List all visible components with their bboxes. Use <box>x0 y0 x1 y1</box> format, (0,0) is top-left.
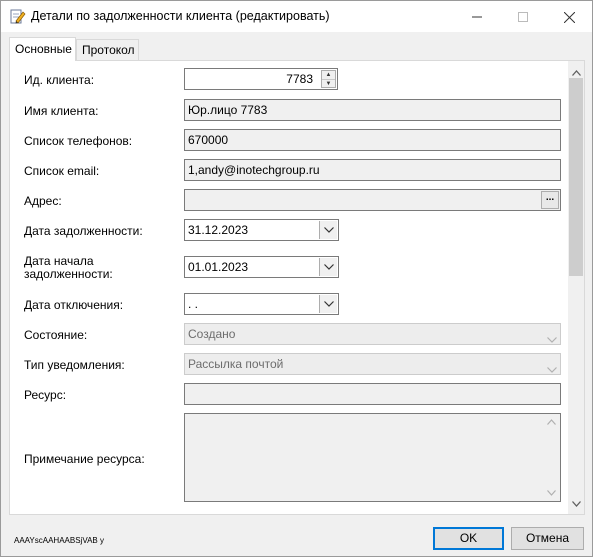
client-name-field[interactable]: Юр.лицо 7783 <box>184 99 561 121</box>
disconnect-date-label: Дата отключения: <box>24 298 124 312</box>
edit-document-icon <box>9 8 26 25</box>
resource-field[interactable] <box>184 383 561 405</box>
address-field[interactable]: ... <box>184 189 561 211</box>
emails-field[interactable]: 1,andy@inotechgroup.ru <box>184 159 561 181</box>
disconnect-date-value: . . <box>188 297 199 311</box>
debt-start-date-label-line2: задолженности: <box>24 267 113 281</box>
close-icon[interactable] <box>546 1 592 32</box>
notify-type-select[interactable]: Рассылка почтой <box>184 353 561 375</box>
debt-date-picker[interactable]: 31.12.2023 <box>184 219 339 241</box>
resource-label: Ресурс: <box>24 388 67 402</box>
address-label: Адрес: <box>24 194 62 208</box>
title-bar: Детали по задолженности клиента (редакти… <box>1 1 592 32</box>
spin-down-icon[interactable]: ▼ <box>322 79 335 87</box>
chevron-down-icon <box>547 329 557 344</box>
state-label: Состояние: <box>24 328 88 342</box>
notify-type-value: Рассылка почтой <box>188 357 284 371</box>
debt-start-date-label-line1: Дата начала <box>24 254 94 268</box>
client-id-spinner[interactable]: 7783 ▲ ▼ <box>184 68 338 90</box>
scroll-up-icon[interactable] <box>572 65 581 79</box>
client-name-label: Имя клиента: <box>24 104 99 118</box>
spin-up-icon[interactable]: ▲ <box>322 71 335 79</box>
scroll-up-icon[interactable] <box>547 417 556 427</box>
maximize-icon[interactable] <box>500 1 546 32</box>
phones-label: Список телефонов: <box>24 134 133 148</box>
tab-main[interactable]: Основные <box>9 37 76 61</box>
scroll-thumb[interactable] <box>569 78 583 276</box>
chevron-down-icon <box>547 359 557 374</box>
cancel-button[interactable]: Отмена <box>511 527 584 550</box>
spin-buttons: ▲ ▼ <box>321 70 336 88</box>
debt-date-value: 31.12.2023 <box>188 223 249 237</box>
notify-type-label: Тип уведомления: <box>24 358 125 372</box>
minimize-icon[interactable] <box>454 1 500 32</box>
chevron-down-icon[interactable] <box>319 295 337 313</box>
resource-note-textarea[interactable] <box>184 413 561 502</box>
next-field-edge <box>184 514 561 515</box>
debt-date-label: Дата задолженности: <box>24 224 143 238</box>
scroll-down-icon[interactable] <box>547 488 556 498</box>
chevron-down-icon[interactable] <box>319 258 337 276</box>
chevron-down-icon[interactable] <box>319 221 337 239</box>
scroll-down-icon[interactable] <box>572 496 581 510</box>
address-browse-button[interactable]: ... <box>541 191 559 209</box>
record-id: AAAYscAAHAABSjVAB y <box>14 536 104 545</box>
window-title: Детали по задолженности клиента (редакти… <box>31 9 330 23</box>
state-value: Создано <box>188 327 236 341</box>
debt-start-date-picker[interactable]: 01.01.2023 <box>184 256 339 278</box>
textarea-scrollbar[interactable] <box>543 414 560 501</box>
client-id-label: Ид. клиента: <box>24 73 95 87</box>
tab-panel-main: Ид. клиента: 7783 ▲ ▼ Имя клиента: Юр.ли… <box>9 60 585 515</box>
resource-note-label: Примечание ресурса: <box>24 452 145 466</box>
dialog-window: Детали по задолженности клиента (редакти… <box>0 0 593 557</box>
tab-protocol[interactable]: Протокол <box>76 39 139 60</box>
emails-label: Список email: <box>24 164 100 178</box>
state-select[interactable]: Создано <box>184 323 561 345</box>
debt-start-date-value: 01.01.2023 <box>188 260 249 274</box>
phones-field[interactable]: 670000 <box>184 129 561 151</box>
client-id-value: 7783 <box>286 72 313 86</box>
panel-scrollbar[interactable] <box>568 61 584 514</box>
ok-button[interactable]: OK <box>433 527 504 550</box>
disconnect-date-picker[interactable]: . . <box>184 293 339 315</box>
